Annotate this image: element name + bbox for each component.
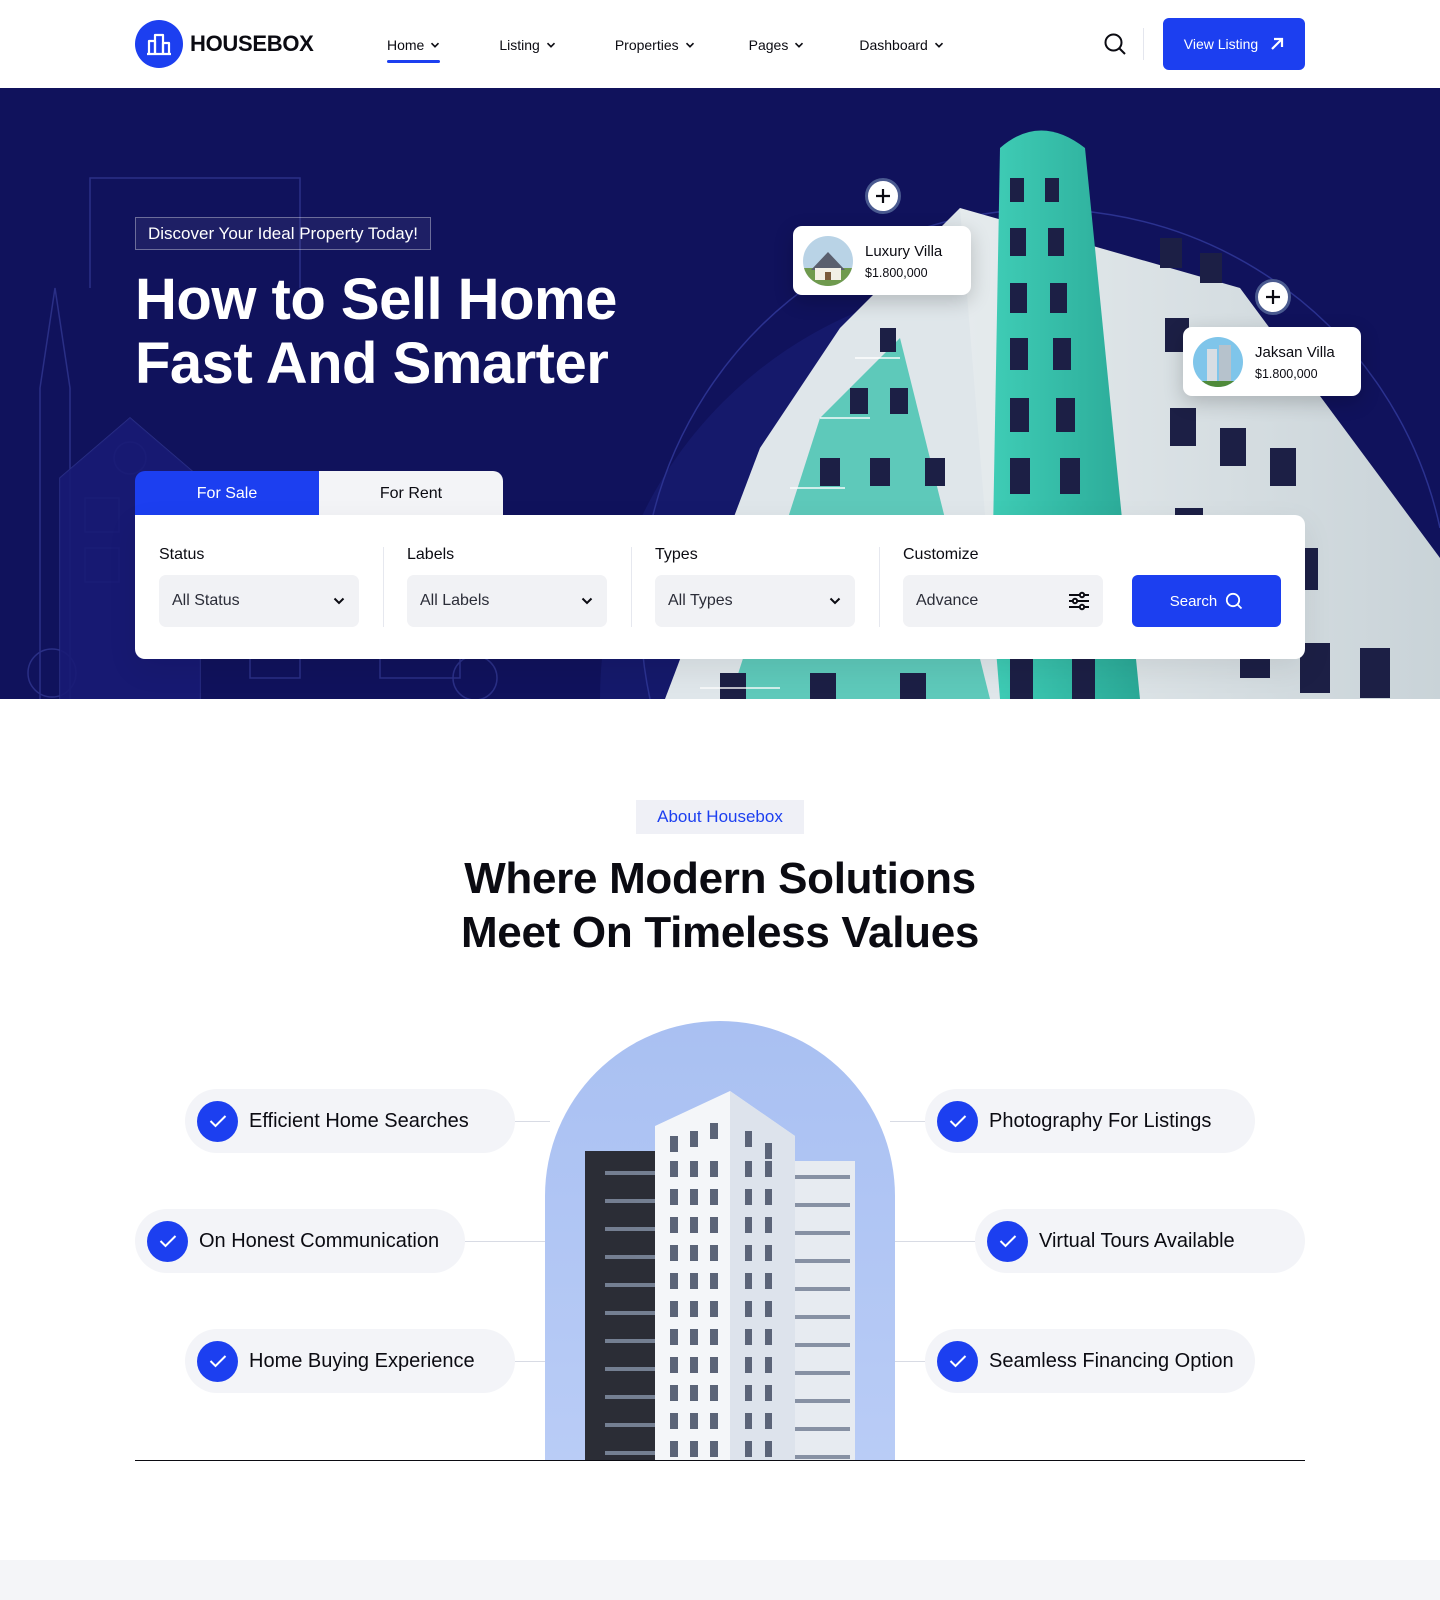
nav-item-label: Home bbox=[387, 37, 425, 53]
nav-item-home[interactable]: Home bbox=[387, 37, 441, 63]
hero-section: Discover Your Ideal Property Today! How … bbox=[0, 88, 1440, 699]
feature-label: Virtual Tours Available bbox=[1039, 1229, 1235, 1252]
connector-line bbox=[890, 1361, 925, 1362]
hero-title-line: How to Sell Home bbox=[135, 267, 617, 332]
types-select[interactable]: All Types bbox=[655, 575, 855, 627]
nav-item-properties[interactable]: Properties bbox=[615, 37, 695, 53]
logo[interactable]: HOUSEBOX bbox=[135, 20, 314, 68]
status-select[interactable]: All Status bbox=[159, 575, 359, 627]
search-icon[interactable] bbox=[1103, 32, 1127, 56]
field-label: Status bbox=[159, 546, 205, 563]
hero-title-line: Fast And Smarter bbox=[135, 331, 609, 396]
sliders-icon bbox=[1069, 591, 1089, 611]
header-divider bbox=[1143, 28, 1144, 60]
feature-label: On Honest Communication bbox=[199, 1229, 440, 1252]
arrow-up-right-icon bbox=[1271, 37, 1284, 50]
property-name: Luxury Villa bbox=[865, 242, 943, 260]
nav-item-label: Pages bbox=[748, 37, 789, 53]
search-icon bbox=[1226, 592, 1243, 610]
nav-item-label: Properties bbox=[614, 37, 679, 53]
about-section-tag: About Housebox bbox=[636, 800, 804, 834]
labels-select[interactable]: All Labels bbox=[407, 575, 607, 627]
chevron-down-icon bbox=[431, 42, 440, 48]
property-thumbnail bbox=[803, 235, 853, 286]
next-section-strip bbox=[0, 1560, 1440, 1600]
property-thumbnail bbox=[1193, 336, 1243, 387]
chevron-down-icon bbox=[685, 42, 694, 48]
hotspot-plus-button[interactable] bbox=[1255, 279, 1291, 315]
property-card-jaksan-villa[interactable]: Jaksan Villa $1.800,000 bbox=[1183, 327, 1361, 396]
nav-item-label: Listing bbox=[499, 37, 540, 53]
check-icon bbox=[987, 1220, 1028, 1262]
connector-line bbox=[895, 1241, 975, 1242]
feature-label: Photography For Listings bbox=[989, 1109, 1212, 1132]
property-card-luxury-villa[interactable]: Luxury Villa $1.800,000 bbox=[793, 226, 971, 295]
nav-item-pages[interactable]: Pages bbox=[749, 37, 805, 53]
nav-item-listing[interactable]: Listing bbox=[499, 37, 555, 53]
building-logo-icon bbox=[135, 20, 183, 68]
field-divider bbox=[631, 547, 632, 627]
select-value: All Status bbox=[172, 592, 240, 609]
field-label: Customize bbox=[903, 546, 979, 563]
about-title-line: Meet On Timeless Values bbox=[460, 908, 980, 957]
select-value: All Types bbox=[668, 592, 733, 609]
check-icon bbox=[197, 1340, 238, 1382]
connector-line bbox=[515, 1121, 550, 1122]
search-button-label: Search bbox=[1169, 592, 1218, 610]
field-divider bbox=[383, 547, 384, 627]
hotspot-plus-button[interactable] bbox=[865, 178, 901, 214]
select-value: Advance bbox=[916, 592, 979, 609]
property-price: $1.800,000 bbox=[865, 265, 928, 280]
tab-for-rent[interactable]: For Rent bbox=[319, 471, 503, 516]
view-listing-button[interactable]: View Listing bbox=[1163, 18, 1305, 70]
hero-tagline: Discover Your Ideal Property Today! bbox=[135, 217, 431, 250]
advance-select[interactable]: Advance bbox=[903, 575, 1103, 627]
property-price: $1.800,000 bbox=[1255, 366, 1318, 381]
check-icon bbox=[197, 1100, 238, 1142]
view-listing-label: View Listing bbox=[1183, 36, 1259, 52]
plus-icon bbox=[1266, 290, 1280, 304]
about-title-line: Where Modern Solutions bbox=[464, 854, 976, 903]
field-label: Types bbox=[655, 546, 698, 563]
section-baseline bbox=[135, 1460, 1305, 1461]
feature-label: Home Buying Experience bbox=[249, 1349, 475, 1372]
chevron-down-icon bbox=[581, 597, 593, 605]
feature-item: Photography For Listings bbox=[925, 1089, 1255, 1153]
tab-for-sale[interactable]: For Sale bbox=[135, 471, 319, 516]
plus-icon bbox=[876, 189, 890, 203]
chevron-down-icon bbox=[934, 42, 943, 48]
feature-label: Seamless Financing Option bbox=[989, 1349, 1234, 1372]
brand-name: HOUSEBOX bbox=[190, 31, 314, 56]
field-label: Labels bbox=[407, 546, 455, 563]
feature-item: Home Buying Experience bbox=[185, 1329, 515, 1393]
feature-item: Efficient Home Searches bbox=[185, 1089, 515, 1153]
search-button[interactable]: Search bbox=[1132, 575, 1281, 627]
feature-item: Virtual Tours Available bbox=[975, 1209, 1305, 1273]
check-icon bbox=[937, 1100, 978, 1142]
chevron-down-icon bbox=[546, 42, 555, 48]
property-name: Jaksan Villa bbox=[1255, 343, 1335, 361]
feature-item: Seamless Financing Option bbox=[925, 1329, 1255, 1393]
site-header: HOUSEBOX Home Listing Properties Pages D… bbox=[0, 0, 1440, 88]
nav-item-dashboard[interactable]: Dashboard bbox=[859, 37, 944, 53]
chevron-down-icon bbox=[333, 597, 345, 605]
hero-title: How to Sell Home Fast And Smarter bbox=[135, 268, 695, 396]
select-value: All Labels bbox=[420, 592, 490, 609]
field-divider bbox=[879, 547, 880, 627]
about-title: Where Modern Solutions Meet On Timeless … bbox=[300, 852, 1140, 960]
about-building-image bbox=[545, 1021, 895, 1461]
connector-line bbox=[890, 1121, 925, 1122]
property-search-panel: Status All Status Labels All Labels Type… bbox=[135, 515, 1305, 659]
feature-item: On Honest Communication bbox=[135, 1209, 465, 1273]
connector-line bbox=[465, 1241, 545, 1242]
feature-label: Efficient Home Searches bbox=[249, 1109, 469, 1132]
main-nav: Home Listing Properties Pages Dashboard bbox=[387, 37, 944, 63]
check-icon bbox=[937, 1340, 978, 1382]
chevron-down-icon bbox=[795, 42, 804, 48]
nav-item-label: Dashboard bbox=[859, 37, 928, 53]
chevron-down-icon bbox=[829, 597, 841, 605]
check-icon bbox=[147, 1220, 188, 1262]
